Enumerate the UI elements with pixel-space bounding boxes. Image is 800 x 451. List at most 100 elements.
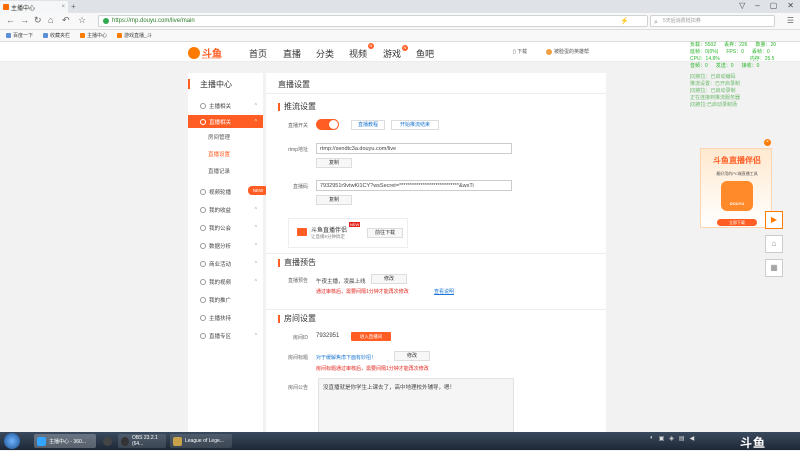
- sidebar-sub-settings[interactable]: 直播设置: [188, 149, 263, 162]
- bookmark-item[interactable]: 收藏夹栏: [43, 32, 70, 39]
- reload-icon[interactable]: ↻: [34, 15, 42, 26]
- forward-icon[interactable]: →: [20, 15, 29, 25]
- back-icon[interactable]: ←: [6, 15, 15, 25]
- nav-video[interactable]: 视频: [349, 47, 367, 60]
- maximize-icon[interactable]: ▢: [770, 1, 778, 10]
- divider: [266, 309, 606, 310]
- tray-icon[interactable]: ◐: [650, 435, 654, 442]
- douyu-logo[interactable]: 斗鱼 DOUYU.COM: [188, 45, 222, 60]
- sidebar-item-live[interactable]: 直播相关 ^: [188, 115, 263, 128]
- secure-lock-icon: [103, 18, 109, 24]
- sidebar-item-promotion[interactable]: 我的推广: [188, 293, 263, 306]
- menu-icon[interactable]: ☰: [787, 16, 794, 25]
- close-tab-icon[interactable]: ×: [61, 4, 65, 10]
- minimize-icon[interactable]: –: [755, 1, 759, 10]
- copy-rtmp-button[interactable]: 复制: [316, 158, 352, 168]
- sidebar-item-business[interactable]: 商业活动 ^: [188, 257, 263, 270]
- tutorial-button[interactable]: 直播教程: [351, 120, 385, 130]
- obs-icon: [103, 436, 112, 446]
- section-title-room: 房间设置: [278, 315, 316, 323]
- close-window-icon[interactable]: ✕: [787, 1, 794, 10]
- browser-tab[interactable]: 主播中心 ×: [0, 1, 68, 13]
- sidebar-item-anchor[interactable]: 主播相关 ^: [188, 99, 263, 112]
- stats-row: 延帧：0(0%) FPS：0 丢帧：0: [690, 49, 800, 56]
- task-browser[interactable]: 主播中心 - 360...: [34, 434, 96, 448]
- undo-icon[interactable]: ↶: [62, 15, 70, 26]
- sidebar-sub-room[interactable]: 房间管理: [188, 132, 263, 145]
- copy-code-button[interactable]: 复制: [316, 195, 352, 205]
- shield-icon[interactable]: ▽: [739, 1, 745, 10]
- push-record-button[interactable]: 开始推流结束: [391, 120, 439, 130]
- qrcode-icon[interactable]: ▦: [765, 259, 783, 277]
- stat: 发送：0: [715, 63, 734, 69]
- avatar: [546, 48, 552, 55]
- new-badge: NEW: [248, 186, 268, 195]
- bookmark-item[interactable]: 百度一下: [6, 32, 33, 39]
- download-companion-button[interactable]: 前往下载: [367, 228, 403, 238]
- home-icon[interactable]: ⌂: [765, 235, 783, 253]
- rtmp-field[interactable]: rtmp://sendtc3a.douyu.com/live: [316, 143, 512, 154]
- preview-label: 直播预告: [287, 278, 308, 284]
- window-controls: ▽ – ▢ ✕: [739, 1, 794, 10]
- bookmark-label: 游戏直播_斗: [124, 33, 152, 39]
- ad-close-icon[interactable]: ×: [764, 139, 771, 146]
- ad-subtitle: 最好用的PC端直播工具: [716, 171, 758, 176]
- companion-ad[interactable]: 斗鱼直播伴侣 最好用的PC端直播工具 DOUYU 立即下载: [700, 148, 772, 228]
- ad-brand: DOUYU: [729, 201, 745, 206]
- bookmark-icon[interactable]: ⚡: [620, 17, 629, 25]
- live-toggle[interactable]: [316, 119, 339, 130]
- sidebar-item-support[interactable]: 主播扶持: [188, 311, 263, 324]
- play-icon[interactable]: ▶: [765, 211, 783, 229]
- star-icon[interactable]: ☆: [78, 15, 86, 26]
- nav-live[interactable]: 直播: [283, 47, 301, 60]
- main-panel: 直播设置 推流设置 直播开关 直播教程 开始推流结束 rtmp地址 rtmp:/…: [266, 73, 606, 433]
- stats-row: 音频：0 发送：0 接收：0: [690, 63, 800, 70]
- sidebar-item-label: 直播相关: [209, 119, 232, 126]
- stat: 接收：0: [741, 63, 760, 69]
- game-new-badge: N: [402, 45, 408, 51]
- bookmark-icon: [6, 33, 11, 38]
- sidebar-item-earnings[interactable]: 我的收益 ^: [188, 203, 263, 216]
- flag-icon: [200, 260, 206, 267]
- room-notice-textarea[interactable]: 没直播就是你学生上课去了，高中地理校外辅导，嗯！: [318, 378, 514, 433]
- sidebar-title: 主播中心: [188, 79, 263, 90]
- log-line: [0]被拉：已启动编码: [690, 74, 736, 80]
- stat: 内存：25.5: [749, 56, 775, 62]
- tray-icon[interactable]: ▣: [659, 435, 665, 442]
- sidebar-item-guild[interactable]: 我的公会 ^: [188, 221, 263, 234]
- bookmark-item[interactable]: 主播中心: [80, 32, 107, 39]
- edit-room-title-button[interactable]: 修改: [394, 351, 430, 361]
- sidebar-item-my-video[interactable]: 我的视频 ^: [188, 275, 263, 288]
- nav-yuba[interactable]: 鱼吧: [416, 47, 434, 60]
- nav-category[interactable]: 分类: [316, 47, 334, 60]
- notice-label: 房间公告: [287, 385, 308, 391]
- edit-preview-button[interactable]: 修改: [371, 274, 407, 284]
- tray-icon[interactable]: ◈: [669, 435, 674, 442]
- league-icon: [173, 436, 182, 446]
- url-bar[interactable]: https://mp.douyu.com/live/main ⚡: [98, 15, 648, 27]
- stream-code-field[interactable]: 7932951r9vtwKl1CY?wsSecret=*************…: [316, 180, 512, 191]
- enter-room-button[interactable]: 进入直播间: [351, 332, 391, 341]
- volume-icon[interactable]: ◀: [690, 435, 695, 442]
- user-menu[interactable]: 被脸蛋的英雄帮: [546, 48, 589, 55]
- new-tab-button[interactable]: +: [71, 2, 76, 11]
- search-input[interactable]: ⌕ 5天后消费抵扣券: [650, 15, 775, 27]
- task-lol[interactable]: League of Lege...: [170, 434, 232, 448]
- task-obs[interactable]: OBS 23.2.1 (64...: [118, 434, 166, 448]
- sidebar-item-analytics[interactable]: 数据分析 ^: [188, 239, 263, 252]
- sidebar-item-label: 主播相关: [209, 103, 232, 110]
- home-icon[interactable]: ⌂: [48, 15, 53, 25]
- start-button[interactable]: [4, 433, 20, 449]
- sidebar-item-zone[interactable]: 直播专区 ^: [188, 329, 263, 342]
- nav-game[interactable]: 游戏: [383, 47, 401, 60]
- download-link[interactable]: ▯ 下载: [513, 48, 527, 55]
- network-icon[interactable]: ▤: [679, 435, 685, 442]
- task-obs-small[interactable]: [100, 434, 114, 448]
- sidebar-sub-records[interactable]: 直播记录: [188, 166, 263, 179]
- obs-icon: [121, 436, 129, 446]
- bookmark-item[interactable]: 游戏直播_斗: [117, 32, 152, 39]
- nav-home[interactable]: 首页: [249, 47, 267, 60]
- log-line: [0]被拉：已启动录制: [690, 88, 736, 94]
- ad-download-button[interactable]: 立即下载: [717, 219, 757, 226]
- preview-help-link[interactable]: 查看说明: [434, 288, 454, 295]
